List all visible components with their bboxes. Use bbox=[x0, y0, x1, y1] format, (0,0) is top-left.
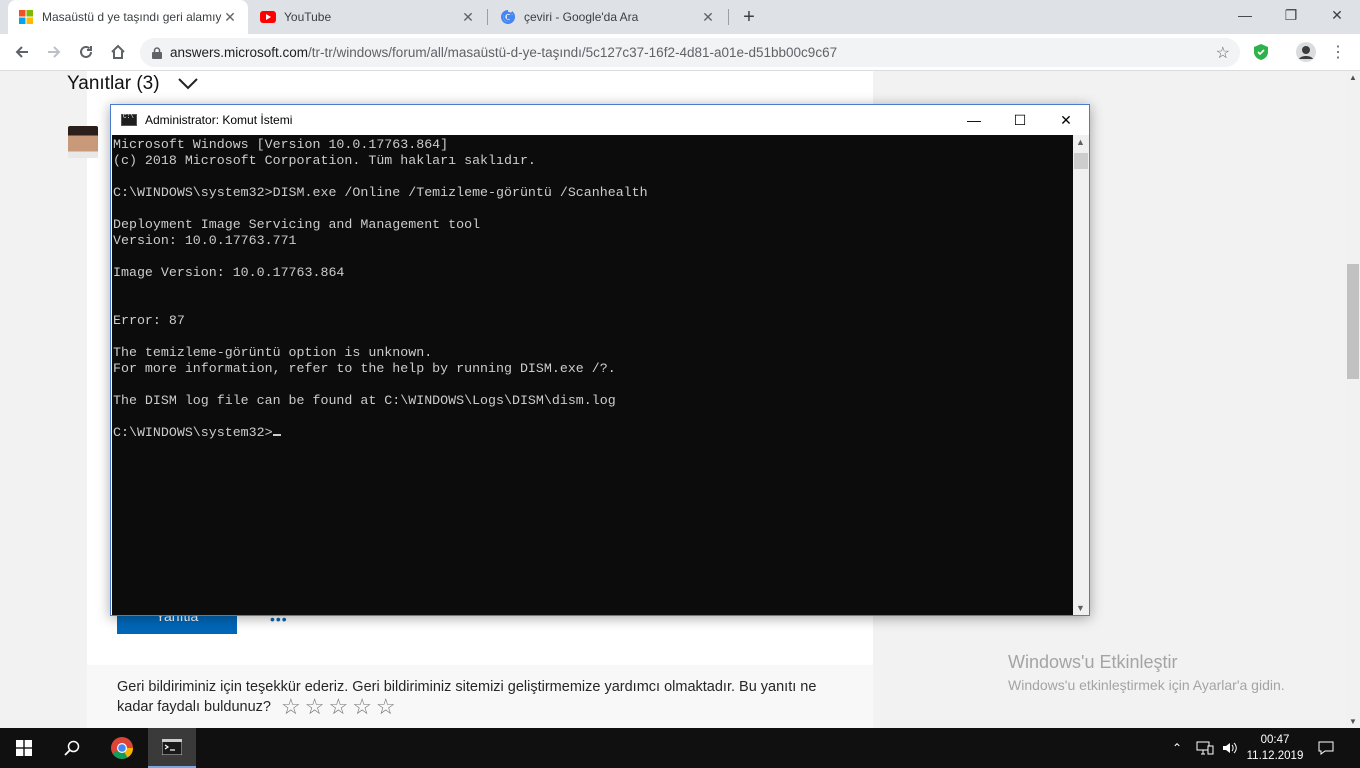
tray-chevron-up-icon[interactable]: ⌃ bbox=[1172, 728, 1182, 768]
google-icon bbox=[500, 9, 516, 25]
console-line: (c) 2018 Microsoft Corporation. Tüm hakl… bbox=[113, 153, 536, 168]
tab-youtube[interactable]: YouTube ✕ bbox=[250, 0, 486, 34]
tab-divider bbox=[728, 9, 729, 25]
answers-heading[interactable]: Yanıtlar (3) bbox=[67, 73, 198, 95]
shield-extension-icon[interactable] bbox=[1250, 41, 1272, 63]
volume-icon[interactable] bbox=[1222, 728, 1238, 768]
text-cursor bbox=[272, 434, 281, 436]
scroll-down-icon[interactable]: ▼ bbox=[1349, 717, 1357, 726]
clock-time: 00:47 bbox=[1260, 734, 1290, 746]
avatar[interactable] bbox=[68, 126, 98, 158]
scroll-up-icon[interactable]: ▲ bbox=[1076, 137, 1085, 147]
page-scroll-thumb[interactable] bbox=[1347, 264, 1359, 379]
close-icon[interactable]: ✕ bbox=[1043, 105, 1089, 135]
chrome-icon[interactable] bbox=[98, 728, 146, 768]
search-icon[interactable] bbox=[48, 728, 96, 768]
back-arrow-icon[interactable] bbox=[8, 38, 36, 66]
minimize-icon[interactable]: — bbox=[1222, 0, 1268, 30]
close-window-icon[interactable]: ✕ bbox=[1314, 0, 1360, 30]
chevron-down-icon bbox=[177, 78, 198, 90]
console-line: The DISM log file can be found at C:\WIN… bbox=[113, 393, 616, 408]
tab-google[interactable]: çeviri - Google'da Ara ✕ bbox=[490, 0, 726, 34]
scroll-up-icon[interactable]: ▲ bbox=[1349, 73, 1357, 82]
tab-title: Masaüstü d ye taşındı geri alamıyor bbox=[42, 10, 222, 24]
watermark-title: Windows'u Etkinleştir bbox=[1008, 652, 1178, 672]
forward-arrow-icon[interactable] bbox=[40, 38, 68, 66]
home-icon[interactable] bbox=[104, 38, 132, 66]
tab-title: YouTube bbox=[284, 10, 332, 24]
tab-masaustu[interactable]: Masaüstü d ye taşındı geri alamıyor ✕ bbox=[8, 0, 248, 34]
menu-kebab-icon[interactable]: ⋮ bbox=[1327, 41, 1349, 63]
screen: Masaüstü d ye taşındı geri alamıyor ✕ Yo… bbox=[0, 0, 1360, 768]
console-line: Error: 87 bbox=[113, 313, 185, 328]
close-tab-icon[interactable]: ✕ bbox=[460, 9, 476, 25]
console-line: Deployment Image Servicing and Managemen… bbox=[113, 217, 481, 232]
restore-icon[interactable]: ❐ bbox=[1268, 0, 1314, 30]
answers-heading-label: Yanıtlar (3) bbox=[67, 73, 160, 94]
cmd-app-icon bbox=[121, 113, 137, 126]
console-line: For more information, refer to the help … bbox=[113, 361, 616, 376]
start-windows-icon[interactable] bbox=[0, 728, 48, 768]
cmd-scrollbar[interactable]: ▲ ▼ bbox=[1073, 135, 1089, 615]
taskbar: ⌃ 00:47 11.12.2019 bbox=[0, 728, 1360, 768]
feedback-prompt: Geri bildiriminiz için teşekkür ederiz. … bbox=[117, 677, 847, 718]
console-output[interactable]: Microsoft Windows [Version 10.0.17763.86… bbox=[112, 135, 1073, 615]
profile-avatar-icon[interactable] bbox=[1295, 41, 1317, 63]
rating-star-icon[interactable]: ☆ bbox=[352, 696, 372, 718]
console-prompt: C:\WINDOWS\system32> bbox=[113, 425, 273, 440]
notifications-icon[interactable] bbox=[1318, 728, 1334, 768]
cmd-taskbar-icon[interactable] bbox=[148, 728, 196, 768]
bookmark-star-icon[interactable]: ☆ bbox=[1216, 43, 1230, 63]
cmd-titlebar[interactable]: Administrator: Komut İstemi — ☐ ✕ bbox=[111, 105, 1089, 135]
cmd-title: Administrator: Komut İstemi bbox=[145, 113, 293, 127]
close-tab-icon[interactable]: ✕ bbox=[700, 9, 716, 25]
feedback-panel: Geri bildiriminiz için teşekkür ederiz. … bbox=[87, 665, 873, 728]
rating-star-icon[interactable]: ☆ bbox=[328, 696, 348, 718]
lock-icon bbox=[152, 46, 162, 59]
rating-star-icon[interactable]: ☆ bbox=[305, 696, 325, 718]
scroll-down-icon[interactable]: ▼ bbox=[1076, 603, 1085, 613]
close-tab-icon[interactable]: ✕ bbox=[222, 9, 238, 25]
console-prompt-line: C:\WINDOWS\system32> bbox=[113, 425, 1073, 441]
feedback-text: Geri bildiriminiz için teşekkür ederiz. … bbox=[117, 679, 817, 715]
rating-stars[interactable]: ☆ ☆ ☆ ☆ ☆ bbox=[281, 696, 396, 718]
browser-tabstrip: Masaüstü d ye taşındı geri alamıyor ✕ Yo… bbox=[0, 0, 1360, 34]
console-line: Version: 10.0.17763.771 bbox=[113, 233, 297, 248]
tab-divider bbox=[487, 9, 488, 25]
console-line: The temizleme-görüntü option is unknown. bbox=[113, 345, 433, 360]
youtube-icon bbox=[260, 9, 276, 25]
rating-star-icon[interactable]: ☆ bbox=[281, 696, 301, 718]
watermark-subtitle: Windows'u etkinleştirmek için Ayarlar'a … bbox=[1008, 677, 1285, 693]
page-scrollbar[interactable]: ▲ ▼ bbox=[1346, 71, 1360, 728]
rating-star-icon[interactable]: ☆ bbox=[376, 696, 396, 718]
address-bar[interactable]: answers.microsoft.com/tr-tr/windows/foru… bbox=[140, 38, 1240, 67]
minimize-icon[interactable]: — bbox=[951, 105, 997, 135]
tab-title: çeviri - Google'da Ara bbox=[524, 10, 639, 24]
url-host: answers.microsoft.com bbox=[170, 45, 309, 60]
new-tab-button[interactable]: + bbox=[738, 6, 760, 28]
console-line: C:\WINDOWS\system32>DISM.exe /Online /Te… bbox=[113, 185, 648, 200]
command-prompt-window: Administrator: Komut İstemi — ☐ ✕ Micros… bbox=[110, 104, 1090, 616]
clock[interactable]: 00:47 11.12.2019 bbox=[1246, 732, 1304, 764]
cmd-scroll-thumb[interactable] bbox=[1074, 153, 1088, 169]
browser-toolbar: answers.microsoft.com/tr-tr/windows/foru… bbox=[0, 34, 1360, 71]
clock-date: 11.12.2019 bbox=[1246, 750, 1304, 762]
microsoft-icon bbox=[18, 9, 34, 25]
maximize-icon[interactable]: ☐ bbox=[997, 105, 1043, 135]
network-icon[interactable] bbox=[1196, 728, 1214, 768]
console-line: Image Version: 10.0.17763.864 bbox=[113, 265, 345, 280]
reload-icon[interactable] bbox=[72, 38, 100, 66]
url-path: /tr-tr/windows/forum/all/masaüstü-d-ye-t… bbox=[308, 45, 838, 60]
activation-watermark: Windows'u Etkinleştir Windows'u etkinleş… bbox=[1008, 652, 1285, 693]
console-line: Microsoft Windows [Version 10.0.17763.86… bbox=[113, 137, 449, 152]
